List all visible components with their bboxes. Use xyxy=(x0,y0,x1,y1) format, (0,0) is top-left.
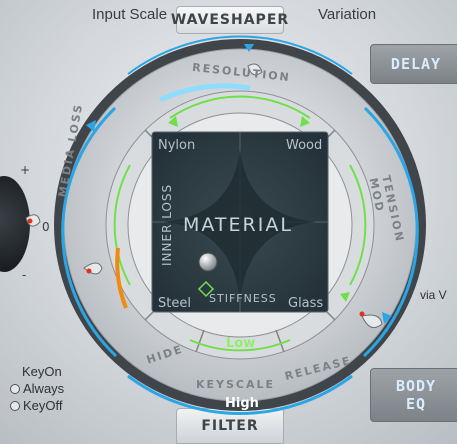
keyscale-segment[interactable]: KEYSCALE xyxy=(196,378,275,391)
material-title: MATERIAL xyxy=(183,214,293,236)
material-ball-handle[interactable] xyxy=(198,252,218,272)
low-label: Low xyxy=(226,336,256,351)
inner-loss-axis-label: INNER LOSS xyxy=(160,183,174,266)
nylon-label: Nylon xyxy=(158,138,196,153)
high-label: High xyxy=(225,396,259,411)
wood-label: Wood xyxy=(286,138,323,153)
glass-label: Glass xyxy=(288,296,324,311)
stiffness-axis-label: STIFFNESS xyxy=(209,292,277,305)
steel-label: Steel xyxy=(158,296,191,311)
